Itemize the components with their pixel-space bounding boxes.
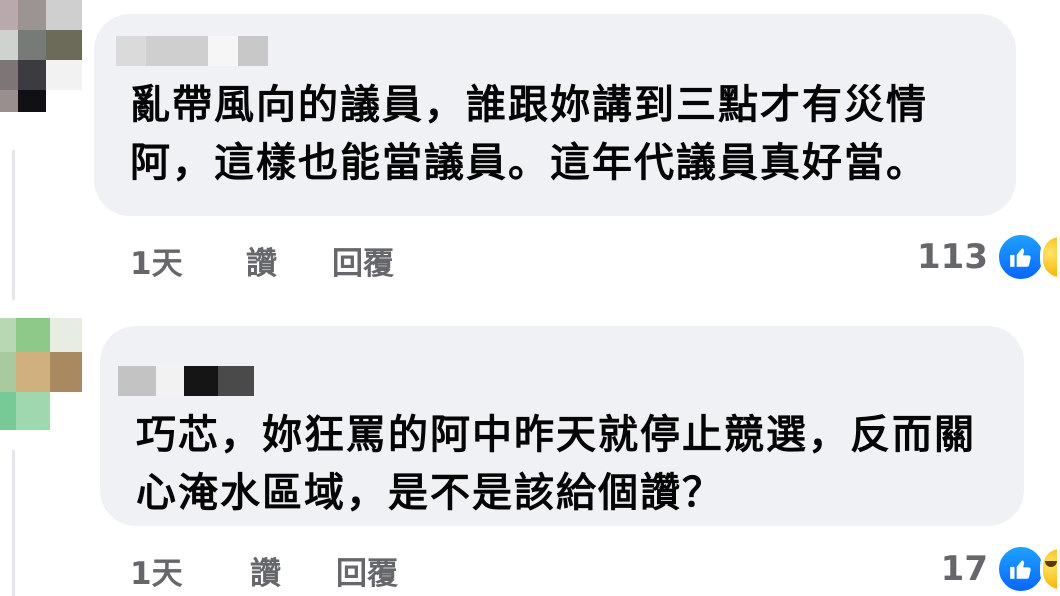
- like-button[interactable]: 讚: [246, 238, 277, 283]
- avatar[interactable]: [0, 318, 82, 430]
- comment-actions: 1天 讚 回覆 17: [0, 544, 1060, 594]
- reaction-count: 17: [940, 549, 988, 589]
- reply-button[interactable]: 回覆: [332, 238, 394, 283]
- timestamp-link[interactable]: 1天: [130, 238, 183, 283]
- comment-text-line: 心淹水區域，是不是該給個讚？: [136, 470, 724, 516]
- like-icon: [996, 544, 1046, 594]
- avatar[interactable]: [0, 0, 82, 112]
- haha-icon: [1040, 546, 1060, 592]
- comment-item: 巧芯，妳狂罵的阿中昨天就停止競選，反而關 心淹水區域，是不是該給個讚？ 1天 讚…: [0, 318, 1060, 596]
- comment-bubble: 亂帶風向的議員，誰跟妳講到三點才有災情 阿，這樣也能當議員。這年代議員真好當。: [94, 14, 1016, 216]
- reply-button[interactable]: 回覆: [336, 548, 398, 593]
- reaction-summary[interactable]: 113: [917, 232, 1060, 282]
- like-button[interactable]: 讚: [250, 548, 281, 593]
- comment-text: 巧芯，妳狂罵的阿中昨天就停止競選，反而關 心淹水區域，是不是該給個讚？: [136, 406, 994, 522]
- comment-text: 亂帶風向的議員，誰跟妳講到三點才有災情 阿，這樣也能當議員。這年代議員真好當。: [130, 76, 986, 192]
- comment-actions: 1天 讚 回覆 113: [0, 232, 1060, 283]
- comment-text-line: 阿，這樣也能當議員。這年代議員真好當。: [130, 140, 928, 186]
- timestamp-link[interactable]: 1天: [130, 548, 183, 593]
- comment-text-line: 亂帶風向的議員，誰跟妳講到三點才有災情: [130, 82, 928, 128]
- like-icon: [996, 232, 1046, 282]
- comment-text-line: 巧芯，妳狂罵的阿中昨天就停止競選，反而關: [136, 412, 976, 458]
- comment-item: 亂帶風向的議員，誰跟妳講到三點才有災情 阿，這樣也能當議員。這年代議員真好當。 …: [0, 0, 1060, 300]
- reaction-summary[interactable]: 17: [941, 544, 1060, 594]
- haha-icon: [1040, 234, 1060, 280]
- comment-bubble: 巧芯，妳狂罵的阿中昨天就停止競選，反而關 心淹水區域，是不是該給個讚？: [100, 326, 1024, 526]
- reaction-count: 113: [917, 237, 988, 277]
